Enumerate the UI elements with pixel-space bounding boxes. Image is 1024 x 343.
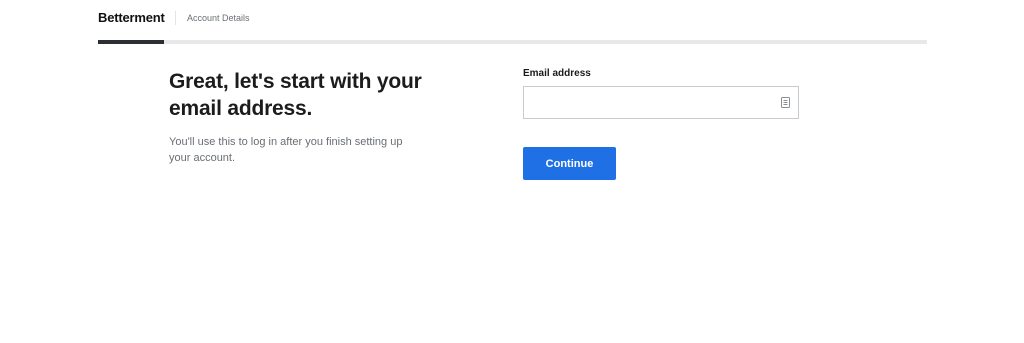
email-field[interactable] (524, 87, 764, 118)
continue-button[interactable]: Continue (523, 147, 616, 180)
progress-bar (98, 40, 927, 44)
betterment-logo[interactable]: Betterment (98, 10, 165, 25)
step-label: Account Details (187, 13, 250, 23)
contact-card-icon[interactable] (781, 97, 790, 108)
page-heading: Great, let's start with your email addre… (169, 70, 422, 120)
progress-fill (98, 40, 165, 44)
page-subtext: You'll use this to log in after you fini… (169, 136, 403, 164)
header-divider (175, 11, 176, 25)
top-header: Betterment Account Details (98, 0, 927, 40)
email-field-label: Email address (523, 68, 591, 79)
email-field-container[interactable] (523, 86, 799, 119)
